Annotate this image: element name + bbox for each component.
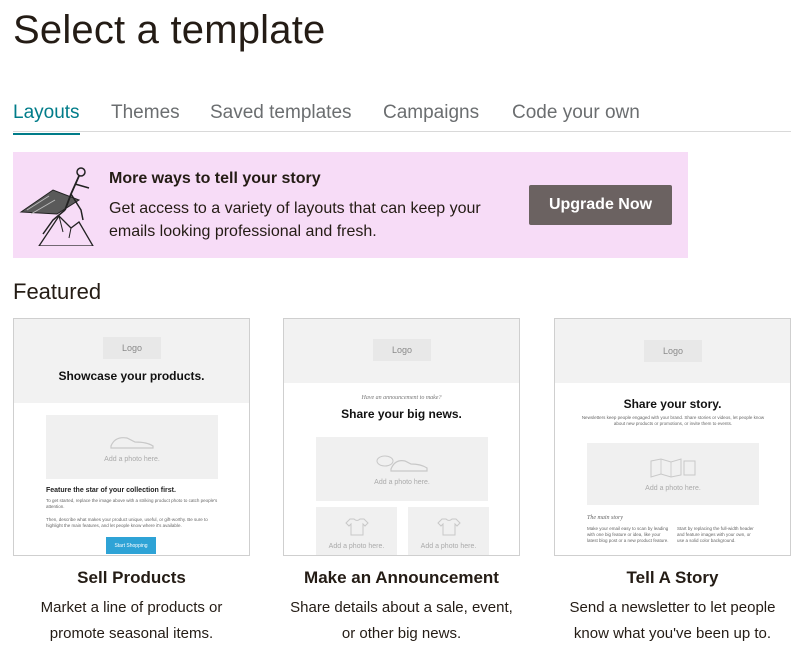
preview-headline: Share your story. [623, 397, 722, 411]
upgrade-banner: More ways to tell your story Get access … [13, 152, 688, 258]
tab-themes[interactable]: Themes [111, 102, 180, 124]
tab-layouts[interactable]: Layouts [13, 102, 80, 135]
preview-logo: Logo [373, 339, 431, 361]
preview-cta-button: Start Shopping [106, 537, 156, 554]
preview-photo-caption: Add a photo here. [374, 478, 430, 486]
card-description: Share details about a sale, event, or ot… [290, 599, 513, 642]
preview-header: Logo Showcase your products. [14, 319, 249, 403]
hiker-on-mountain-illustration [19, 167, 94, 246]
preview-header: Logo [555, 319, 790, 383]
template-preview-sell-products[interactable]: Logo Showcase your products. Add a photo… [13, 318, 250, 556]
preview-photo-placeholder: Add a photo here. [316, 437, 488, 501]
preview-body-1: To get started, replace the image above … [46, 498, 218, 509]
preview-header: Logo [284, 319, 519, 383]
template-card-tell-a-story[interactable]: Logo Share your story. Newsletters keep … [554, 318, 791, 647]
preview-column-1: Make your email easy to scan by leading … [587, 526, 669, 543]
page-title: Select a template [13, 8, 326, 52]
map-icon [650, 457, 696, 478]
tab-campaigns[interactable]: Campaigns [383, 102, 479, 124]
tab-saved-templates[interactable]: Saved templates [210, 102, 352, 124]
template-preview-announcement[interactable]: Logo Have an announcement to make? Share… [283, 318, 520, 556]
shirt-icon [344, 518, 369, 535]
preview-photo-caption-2: Add a photo here. [328, 542, 385, 550]
preview-photo-caption-3: Add a photo here. [420, 542, 477, 550]
card-title: Sell Products [77, 568, 186, 587]
preview-photo-placeholder: Add a photo here. [587, 443, 759, 505]
preview-photo-placeholder: Add a photo here. [46, 415, 218, 479]
card-title: Tell A Story [626, 568, 719, 587]
preview-subheading: Feature the star of your collection firs… [46, 487, 176, 494]
template-card-sell-products[interactable]: Logo Showcase your products. Add a photo… [13, 318, 250, 647]
preview-column-2: Start by replacing the full-width header… [677, 526, 754, 543]
shoe-icon [110, 436, 154, 449]
shoe-sale-icon [376, 455, 428, 472]
preview-photo-placeholder-3: Add a photo here. [408, 507, 489, 555]
preview-headline: Share your big news. [341, 407, 462, 421]
preview-photo-placeholder-2: Add a photo here. [316, 507, 397, 555]
featured-heading: Featured [13, 279, 102, 304]
preview-intro: Newsletters keep people engaged with you… [581, 415, 765, 426]
preview-headline: Showcase your products. [58, 369, 205, 383]
template-card-make-an-announcement[interactable]: Logo Have an announcement to make? Share… [283, 318, 520, 647]
preview-body-2: Then, describe what makes your product u… [46, 517, 208, 528]
template-tabs: Layouts Themes Saved templates Campaigns… [13, 100, 791, 135]
upgrade-now-button[interactable]: Upgrade Now [529, 185, 672, 225]
banner-heading: More ways to tell your story [109, 170, 321, 187]
preview-photo-caption: Add a photo here. [645, 484, 701, 492]
card-description: Market a line of products or promote sea… [40, 599, 223, 642]
template-preview-tell-a-story[interactable]: Logo Share your story. Newsletters keep … [554, 318, 791, 556]
preview-section-label: The main story [587, 515, 623, 521]
shirt-icon [436, 518, 461, 535]
tab-code-your-own[interactable]: Code your own [512, 102, 640, 124]
preview-logo: Logo [103, 337, 161, 359]
preview-logo: Logo [644, 340, 702, 362]
preview-kicker: Have an announcement to make? [361, 395, 442, 401]
preview-photo-caption: Add a photo here. [104, 455, 160, 463]
banner-description: Get access to a variety of layouts that … [109, 200, 481, 240]
card-description: Send a newsletter to let people know wha… [569, 599, 776, 642]
card-title: Make an Announcement [304, 568, 499, 587]
